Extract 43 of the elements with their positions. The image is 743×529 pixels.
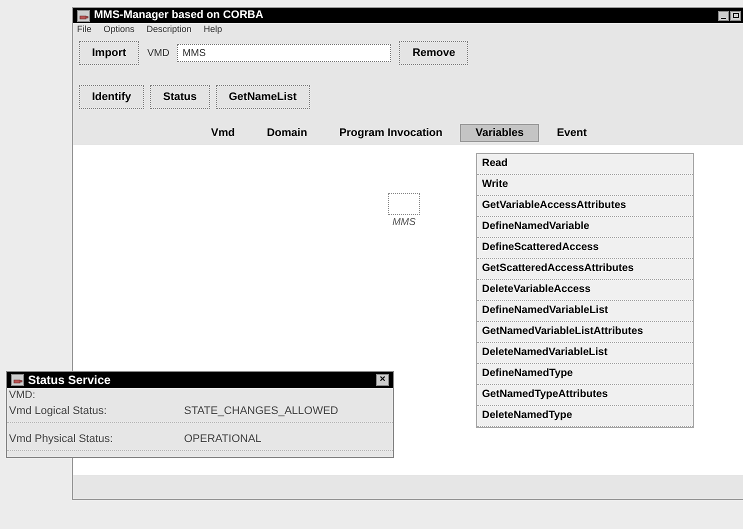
button[interactable]: GetNameList [216, 85, 310, 109]
tab[interactable]: Variables [460, 124, 539, 142]
menu-item[interactable]: File [77, 23, 92, 37]
node-box [388, 193, 420, 215]
menu-item[interactable]: DeleteNamedVariableList [477, 343, 693, 364]
tab[interactable]: Event [542, 124, 601, 142]
menu-item[interactable]: DefineNamedVariable [477, 217, 693, 238]
status-value: STATE_CHANGES_ALLOWED [184, 404, 338, 420]
menu-item[interactable]: GetScatteredAccessAttributes [477, 259, 693, 280]
menu-item[interactable]: Options [104, 23, 135, 37]
app-icon [77, 10, 90, 22]
menu-item[interactable]: DefineNamedVariableList [477, 301, 693, 322]
vmd-label: VMD [147, 46, 170, 60]
section-label: VMD: [8, 388, 36, 401]
menu-item[interactable]: Write [477, 175, 693, 196]
status-label: Vmd Physical Status: [9, 432, 114, 448]
vmd-input-field[interactable]: MMS [177, 44, 392, 62]
tab[interactable]: Domain [252, 124, 322, 142]
node-label: MMS [392, 216, 416, 230]
dialog-title: Status Service [28, 372, 111, 389]
menu-item[interactable]: GetNamedVariableListAttributes [477, 322, 693, 343]
menu-item[interactable]: GetVariableAccessAttributes [477, 196, 693, 217]
tab[interactable]: Program Invocation [325, 124, 456, 142]
menu-item[interactable]: Read [477, 154, 693, 175]
button[interactable]: Identify [79, 85, 144, 109]
button[interactable]: Import [79, 41, 140, 65]
status-value: OPERATIONAL [184, 432, 262, 448]
maximize-button[interactable] [730, 10, 741, 20]
menu-item[interactable]: DefineScatteredAccess [477, 238, 693, 259]
menu-item[interactable]: Help [204, 23, 222, 37]
menu-item[interactable]: DeleteNamedType [477, 406, 693, 427]
menu-item[interactable]: Description [146, 23, 192, 37]
tab[interactable]: Vmd [197, 124, 249, 142]
button[interactable]: Status [150, 85, 210, 109]
button[interactable]: Remove [399, 41, 468, 65]
status-label: Vmd Logical Status: [9, 404, 108, 420]
menu-item[interactable]: DeleteVariableAccess [477, 280, 693, 301]
app-icon [11, 374, 24, 386]
minimize-button[interactable] [718, 10, 729, 20]
window-title: MMS-Manager based on CORBA [94, 8, 264, 24]
menu-item[interactable]: DefineNamedType [477, 364, 693, 385]
close-button[interactable]: × [376, 374, 389, 386]
menu-item[interactable]: GetNamedTypeAttributes [477, 385, 693, 406]
